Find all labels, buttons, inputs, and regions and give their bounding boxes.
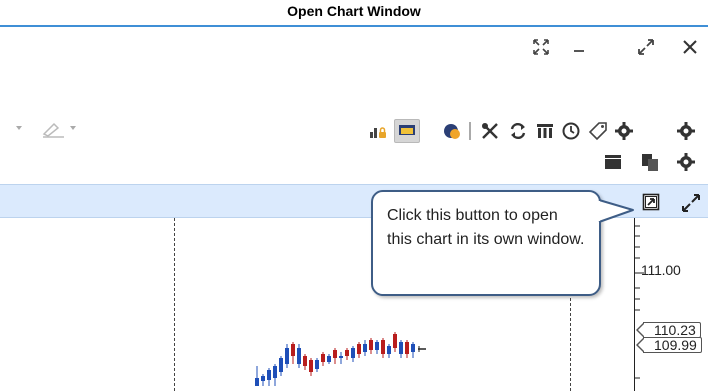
page-title: Open Chart Window (287, 3, 421, 19)
draw-tool-dropdown[interactable] (40, 120, 92, 143)
maximize-icon[interactable] (635, 36, 657, 58)
toolbar-separator (468, 120, 472, 142)
price-axis-label: 111.00 (641, 262, 681, 278)
order-lock-icon[interactable] (369, 122, 387, 140)
open-chart-window-icon[interactable] (642, 193, 660, 211)
toolbar-dropdown[interactable] (12, 120, 36, 141)
expand-icon[interactable] (680, 192, 702, 214)
close-icon[interactable] (679, 36, 701, 58)
history-icon[interactable] (561, 121, 581, 141)
bid-price-tag: 109.99 (636, 337, 702, 353)
tools-icon[interactable] (480, 121, 500, 141)
tag-icon[interactable] (588, 121, 608, 141)
current-price-tag: 110.23 (636, 322, 701, 338)
minimize-icon[interactable] (568, 36, 590, 58)
chat-panel-icon[interactable] (394, 119, 420, 143)
layout-icon[interactable] (603, 152, 623, 172)
theme-icon[interactable] (443, 122, 461, 140)
settings-icon[interactable] (676, 152, 696, 172)
restore-layout-icon[interactable] (530, 36, 552, 58)
title-divider (0, 25, 708, 27)
settings-icon[interactable] (676, 121, 696, 141)
candlestick-series (255, 225, 644, 386)
callout-tail (597, 199, 634, 223)
columns-icon[interactable] (535, 121, 555, 141)
copy-icon[interactable] (640, 152, 660, 172)
callout-text: Click this button to open this chart in … (387, 207, 585, 248)
refresh-icon[interactable] (508, 121, 528, 141)
callout-tooltip: Click this button to open this chart in … (371, 190, 601, 296)
settings-icon[interactable] (614, 121, 634, 141)
